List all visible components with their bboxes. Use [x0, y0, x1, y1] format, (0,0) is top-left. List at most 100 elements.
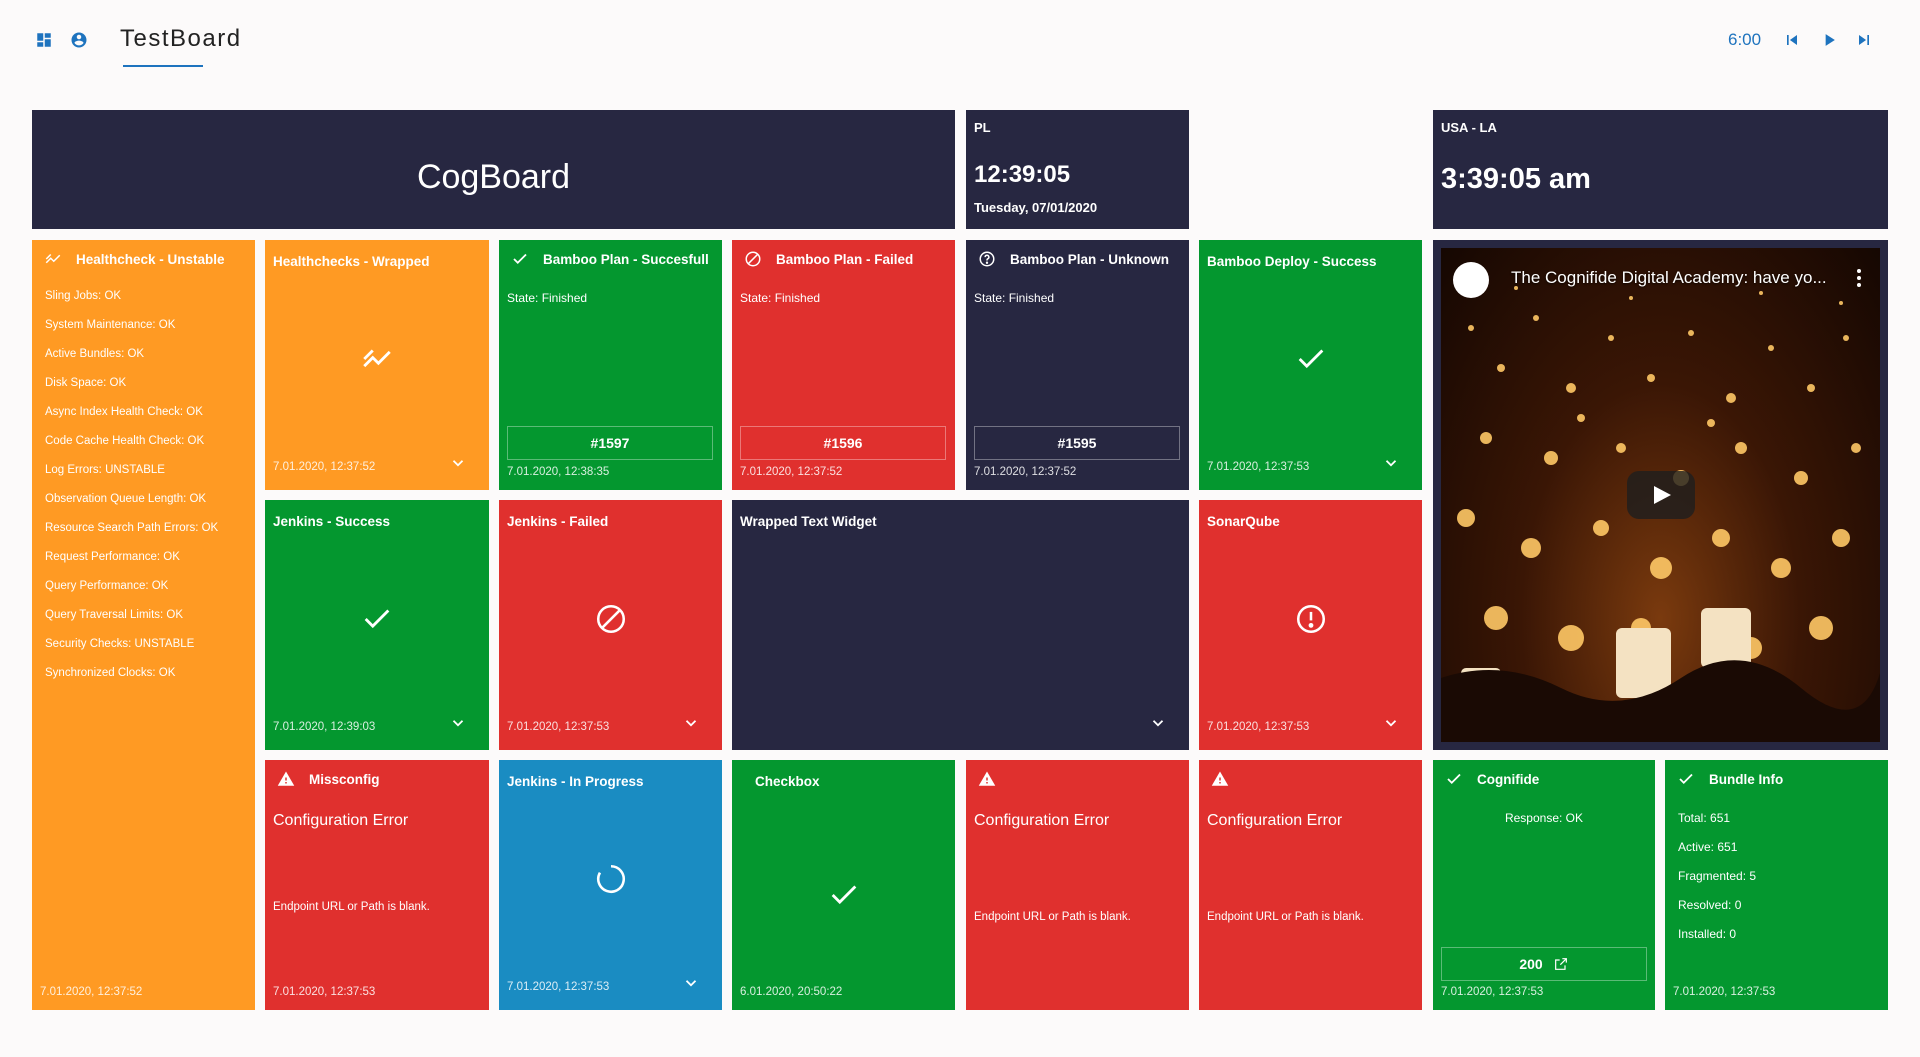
tile-title: Missconfig: [277, 770, 380, 788]
channel-logo[interactable]: [1453, 262, 1489, 298]
play-icon[interactable]: [1819, 30, 1839, 50]
list-item: Async Index Health Check: OK: [45, 406, 203, 418]
chevron-down-icon[interactable]: [449, 454, 467, 472]
wrapped-text-widget[interactable]: Wrapped Text Widget: [732, 500, 1189, 750]
list-item: Active Bundles: OK: [45, 348, 145, 360]
clock-date: Tuesday, 07/01/2020: [974, 200, 1098, 215]
check-icon[interactable]: [827, 878, 861, 912]
skip-previous-icon[interactable]: [1782, 30, 1802, 50]
build-number-button[interactable]: #1596: [740, 426, 946, 460]
missconfig-widget[interactable]: Missconfig Configuration Error Endpoint …: [265, 760, 489, 1010]
config-error-widget[interactable]: Configuration Error Endpoint URL or Path…: [966, 760, 1189, 1010]
play-button[interactable]: [1626, 471, 1695, 519]
tile-title-text: Bamboo Plan - Unknown: [1010, 251, 1170, 267]
account-circle-icon[interactable]: [70, 31, 88, 49]
tile-title-text: Cognifide: [1477, 771, 1540, 787]
active-tab-indicator: [123, 65, 203, 67]
chevron-down-icon[interactable]: [449, 714, 467, 732]
build-number-button[interactable]: #1595: [974, 426, 1180, 460]
error-message: Endpoint URL or Path is blank.: [974, 911, 1131, 923]
skip-next-icon[interactable]: [1854, 30, 1874, 50]
list-item: Query Traversal Limits: OK: [45, 609, 184, 621]
jenkins-success-widget[interactable]: Jenkins - Success 7.01.2020, 12:39:03: [265, 500, 489, 750]
timestamp: 7.01.2020, 12:37:52: [974, 466, 1077, 478]
tile-title: Checkbox: [755, 774, 820, 789]
video-title[interactable]: The Cognifide Digital Academy: have yo..…: [1511, 268, 1827, 288]
build-state: State: Finished: [974, 291, 1055, 305]
tile-title: Jenkins - Failed: [507, 514, 609, 529]
clock-widget-pl: PL 12:39:05 Tuesday, 07/01/2020: [966, 110, 1189, 229]
timestamp: 7.01.2020, 12:37:52: [273, 461, 376, 473]
tile-title: Healthchecks - Wrapped: [273, 254, 430, 269]
timestamp: 7.01.2020, 12:38:35: [507, 466, 610, 478]
tile-title: Bamboo Plan - Unknown: [978, 250, 1169, 268]
timestamp: 7.01.2020, 12:37:52: [740, 466, 843, 478]
tile-title: Healthcheck - Unstable: [44, 250, 225, 268]
clock-location: PL: [974, 120, 991, 135]
bamboo-plan-success-widget[interactable]: Bamboo Plan - Succesfull State: Finished…: [499, 240, 722, 490]
warning-icon: [978, 770, 996, 788]
error-message: Endpoint URL or Path is blank.: [1207, 911, 1364, 923]
bamboo-plan-unknown-widget[interactable]: Bamboo Plan - Unknown State: Finished #1…: [966, 240, 1189, 490]
jenkins-failed-widget[interactable]: Jenkins - Failed 7.01.2020, 12:37:53: [499, 500, 722, 750]
block-icon: [594, 602, 628, 636]
clock-widget-la: USA - LA 3:39:05 am: [1433, 110, 1888, 229]
error-heading: Configuration Error: [273, 812, 409, 829]
trending-up-icon: [360, 342, 394, 376]
cognifide-status-widget[interactable]: Cognifide Response: OK 200 7.01.2020, 12…: [1433, 760, 1655, 1010]
list-item: Security Checks: UNSTABLE: [45, 638, 195, 650]
video-thumbnail[interactable]: The Cognifide Digital Academy: have yo..…: [1441, 248, 1880, 742]
timestamp: 7.01.2020, 12:37:53: [507, 721, 610, 733]
timestamp: 7.01.2020, 12:37:53: [507, 981, 610, 993]
tile-title: Bamboo Plan - Succesfull: [511, 250, 709, 268]
config-error-widget[interactable]: Configuration Error Endpoint URL or Path…: [1199, 760, 1422, 1010]
tile-title-text: Bundle Info: [1709, 771, 1784, 787]
checkbox-widget[interactable]: Checkbox 6.01.2020, 20:50:22: [732, 760, 955, 1010]
tile-title: Jenkins - Success: [273, 514, 391, 529]
build-number-button[interactable]: #1597: [507, 426, 713, 460]
clock-time: 3:39:05 am: [1441, 163, 1591, 195]
sonarqube-widget[interactable]: SonarQube 7.01.2020, 12:37:53: [1199, 500, 1422, 750]
more-vert-icon[interactable]: [1856, 268, 1862, 288]
jenkins-in-progress-widget[interactable]: Jenkins - In Progress 7.01.2020, 12:37:5…: [499, 760, 722, 1010]
list-item: System Maintenance: OK: [45, 319, 176, 331]
timestamp: 7.01.2020, 12:37:52: [40, 986, 143, 998]
status-code-link[interactable]: 200: [1441, 947, 1647, 981]
bundle-info-widget[interactable]: Bundle Info Total: 651 Active: 651 Fragm…: [1665, 760, 1888, 1010]
check-icon: [360, 602, 394, 636]
chevron-down-icon[interactable]: [1149, 714, 1167, 732]
bamboo-deploy-success-widget[interactable]: Bamboo Deploy - Success 7.01.2020, 12:37…: [1199, 240, 1422, 490]
bamboo-plan-failed-widget[interactable]: Bamboo Plan - Failed State: Finished #15…: [732, 240, 955, 490]
timestamp: 7.01.2020, 12:37:53: [1207, 721, 1310, 733]
dashboard-icon[interactable]: [35, 31, 53, 49]
list-item: Log Errors: UNSTABLE: [45, 464, 165, 476]
loading-spinner-icon: [594, 862, 628, 896]
healthchecks-wrapped-widget[interactable]: Healthchecks - Wrapped 7.01.2020, 12:37:…: [265, 240, 489, 490]
error-message: Endpoint URL or Path is blank.: [273, 901, 430, 913]
tile-title-text: Bamboo Plan - Succesfull: [543, 251, 709, 267]
list-item: Observation Queue Length: OK: [45, 493, 207, 505]
timestamp: 7.01.2020, 12:37:53: [1207, 461, 1310, 473]
list-item: Disk Space: OK: [45, 377, 127, 389]
chevron-down-icon[interactable]: [1382, 454, 1400, 472]
tile-title: Jenkins - In Progress: [507, 774, 644, 789]
healthcheck-unstable-widget[interactable]: Healthcheck - Unstable Sling Jobs: OK Sy…: [32, 240, 255, 1010]
chevron-down-icon[interactable]: [1382, 714, 1400, 732]
tile-title: Bundle Info: [1677, 770, 1783, 788]
check-icon: [1445, 770, 1463, 788]
error-heading: Configuration Error: [1207, 812, 1343, 829]
timestamp: 6.01.2020, 20:50:22: [740, 986, 843, 998]
list-item: Synchronized Clocks: OK: [45, 667, 176, 679]
chevron-down-icon[interactable]: [682, 974, 700, 992]
bundle-resolved: Resolved: 0: [1678, 898, 1742, 912]
board-title-tab[interactable]: TestBoard: [120, 25, 242, 53]
tile-title: Bamboo Plan - Failed: [744, 250, 913, 268]
tile-title: Bamboo Deploy - Success: [1207, 254, 1377, 269]
youtube-video-widget[interactable]: The Cognifide Digital Academy: have yo..…: [1433, 240, 1888, 750]
chevron-down-icon[interactable]: [682, 714, 700, 732]
build-state: State: Finished: [740, 291, 821, 305]
list-item: Code Cache Health Check: OK: [45, 435, 205, 447]
block-icon: [744, 250, 762, 268]
check-icon: [511, 250, 529, 268]
build-state: State: Finished: [507, 291, 588, 305]
